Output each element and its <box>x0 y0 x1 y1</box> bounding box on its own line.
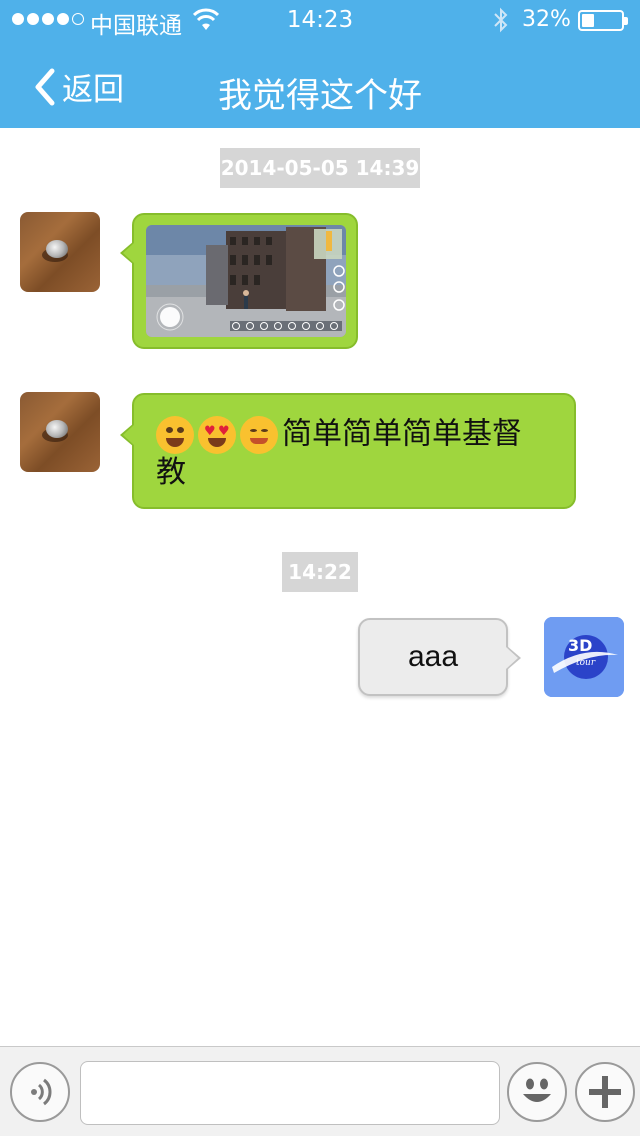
header: 中国联通 14:23 32% 返回 我觉得这个好 <box>0 0 640 128</box>
emoji-face-icon <box>523 1078 551 1102</box>
navigation-bar: 返回 我觉得这个好 <box>0 40 640 128</box>
message-text: aaa <box>407 640 459 673</box>
logo-3d-text: 3D <box>568 636 592 655</box>
avatar[interactable] <box>20 212 100 292</box>
input-bar <box>0 1046 640 1136</box>
voice-button[interactable] <box>10 1062 70 1122</box>
voice-icon <box>31 1078 52 1106</box>
plus-icon <box>589 1076 621 1108</box>
image-thumbnail[interactable] <box>146 225 346 337</box>
timestamp: 2014-05-05 14:39 <box>220 148 420 188</box>
grinning-face-icon <box>156 415 194 454</box>
message-input[interactable] <box>80 1061 500 1125</box>
bluetooth-icon <box>494 7 508 33</box>
message-bubble-image[interactable] <box>120 213 358 349</box>
message-text-line: 教 <box>156 454 186 490</box>
my-avatar[interactable]: 3D tour <box>544 617 624 697</box>
battery-percent: 32% <box>522 7 571 32</box>
plus-button[interactable] <box>575 1062 635 1122</box>
avatar[interactable] <box>20 392 100 472</box>
timestamp: 14:22 <box>282 552 358 592</box>
street-view-image <box>146 225 346 337</box>
message-bubble-outgoing[interactable]: aaa <box>358 618 521 696</box>
battery-icon <box>578 10 628 31</box>
emoji-button[interactable] <box>507 1062 567 1122</box>
chat-area[interactable]: 2014-05-05 14:39 ♥ ♥ 简单简单简单基督 教 14:22 aa… <box>0 128 640 1046</box>
message-text-line: 简单简单简单基督 <box>282 416 522 452</box>
battery-fill <box>582 14 594 27</box>
logo-tour-text: tour <box>576 658 596 668</box>
3d-tour-logo-icon: 3D tour <box>544 617 624 697</box>
message-text: ♥ ♥ 简单简单简单基督 教 <box>156 415 566 492</box>
status-bar: 中国联通 14:23 32% <box>0 0 640 40</box>
smiling-face-icon <box>240 415 278 454</box>
heart-eyes-face-icon: ♥ ♥ <box>198 415 236 454</box>
page-title: 我觉得这个好 <box>218 76 422 116</box>
message-bubble-text[interactable]: ♥ ♥ 简单简单简单基督 教 <box>120 393 576 509</box>
